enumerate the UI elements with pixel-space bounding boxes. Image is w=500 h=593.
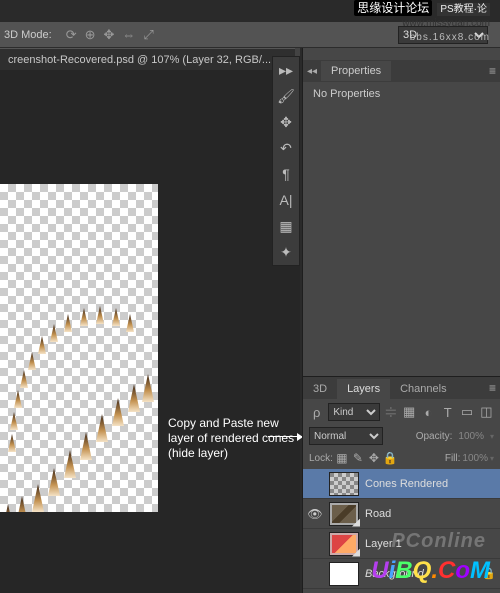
watermark-pconline: PConline [391, 530, 486, 553]
opacity-label: Opacity: [416, 431, 453, 442]
annotation-text: Copy and Paste new layer of rendered con… [168, 416, 298, 461]
blend-mode-select[interactable]: Normal [309, 427, 383, 445]
overlay-site-cn: 思缘设计论坛 [354, 0, 432, 16]
opacity-dropdown-icon[interactable]: ▾ [490, 432, 494, 441]
annotation-arrow [268, 436, 302, 437]
document-title: creenshot-Recovered.psd @ 107% (Layer 32… [8, 54, 271, 66]
document-tab-row: creenshot-Recovered.psd @ 107% (Layer 32… [0, 48, 300, 70]
layer-row[interactable]: 👁 Road [303, 499, 500, 529]
document-tab[interactable]: creenshot-Recovered.psd @ 107% (Layer 32… [0, 48, 295, 70]
layer-row[interactable]: Cones Rendered [303, 469, 500, 499]
mode-label: 3D Mode: [4, 29, 52, 41]
lock-all-icon[interactable]: 🔒 [383, 451, 397, 465]
mode-icon-group: ⟳ ⊕ ✥ ⇔ ⤢ [66, 27, 154, 43]
artboard [0, 184, 158, 512]
swatches-icon[interactable]: ▦ [273, 213, 299, 239]
properties-panel: ◂◂ Properties ≡ No Properties [303, 60, 500, 306]
roll-icon[interactable]: ⊕ [85, 27, 96, 43]
adjustments-icon[interactable]: ✦ [273, 239, 299, 265]
watermark-uibq: UiBQ.CoM [371, 557, 490, 585]
layer-thumbnail[interactable] [329, 562, 359, 586]
overlay-site-url: www.missyuan.com [354, 17, 490, 31]
layer-thumbnail[interactable] [329, 472, 359, 496]
filter-pixel-icon[interactable]: ▦ [401, 404, 416, 420]
fill-value[interactable]: 100% [462, 453, 488, 464]
collapse-toolstrip-icon[interactable]: ▸▸ [273, 57, 299, 83]
brush-tool-icon[interactable]: 🖌 [273, 83, 299, 109]
properties-menu-icon[interactable]: ≡ [489, 64, 496, 78]
layers-tab-row: 3D Layers Channels ≡ [303, 377, 500, 399]
layer-name[interactable]: Cones Rendered [365, 478, 496, 490]
slide-icon[interactable]: ⇔ [122, 27, 135, 43]
character-icon[interactable]: A| [273, 187, 299, 213]
filter-kind-icon[interactable]: ρ [309, 405, 324, 420]
clone-tool-icon[interactable]: ✥ [273, 109, 299, 135]
tab-channels[interactable]: Channels [390, 379, 456, 399]
visibility-toggle[interactable]: 👁 [307, 507, 323, 521]
fill-label: Fill: [445, 453, 461, 464]
tab-3d[interactable]: 3D [303, 379, 337, 399]
layer-name[interactable]: Road [365, 508, 496, 520]
lock-image-icon[interactable]: ✎ [351, 451, 365, 465]
lock-transparency-icon[interactable]: ▦ [335, 451, 349, 465]
filter-kind-select[interactable]: Kind [328, 403, 380, 421]
tab-layers[interactable]: Layers [337, 379, 390, 399]
lock-label: Lock: [309, 453, 333, 464]
layer-thumbnail[interactable] [329, 502, 359, 526]
layer-filter-row: ρ Kind ≑ ▦ ◐ T ▭ ◫ [303, 399, 500, 425]
layers-menu-icon[interactable]: ≡ [489, 381, 496, 395]
filter-smart-icon[interactable]: ◫ [479, 404, 494, 420]
lock-position-icon[interactable]: ✥ [367, 451, 381, 465]
filter-adjust-icon[interactable]: ◐ [421, 405, 436, 420]
orbit-icon[interactable]: ⟳ [66, 27, 77, 43]
properties-body: No Properties [303, 82, 500, 106]
vertical-toolstrip: ▸▸ 🖌 ✥ ↶ ¶ A| ▦ ✦ [272, 56, 300, 266]
pan-icon[interactable]: ✥ [104, 27, 115, 43]
scale-icon[interactable]: ⤢ [143, 27, 153, 43]
properties-tab-row: ◂◂ Properties ≡ [303, 60, 500, 82]
canvas-area[interactable] [0, 70, 300, 593]
overlay-bbs: bbs.16xx8.com [354, 31, 490, 45]
paragraph-icon[interactable]: ¶ [273, 161, 299, 187]
filter-type-icon[interactable]: T [440, 405, 455, 420]
properties-tab[interactable]: Properties [321, 61, 391, 81]
collapse-panel-icon[interactable]: ◂◂ [307, 66, 317, 77]
overlay-watermarks: 思缘设计论坛 PS教程·论 www.missyuan.com bbs.16xx8… [354, 0, 490, 45]
blend-row: Normal Opacity: 100% ▾ [303, 425, 500, 447]
right-panel-column: ◂◂ Properties ≡ No Properties 3D Layers … [302, 48, 500, 593]
fill-dropdown-icon[interactable]: ▾ [490, 454, 494, 463]
layer-thumbnail[interactable] [329, 532, 359, 556]
overlay-tutorial-badge: PS教程·论 [437, 3, 490, 16]
history-brush-icon[interactable]: ↶ [273, 135, 299, 161]
lock-row: Lock: ▦ ✎ ✥ 🔒 Fill: 100% ▾ [303, 447, 500, 469]
opacity-value[interactable]: 100% [458, 431, 484, 442]
filter-shape-icon[interactable]: ▭ [459, 404, 474, 420]
